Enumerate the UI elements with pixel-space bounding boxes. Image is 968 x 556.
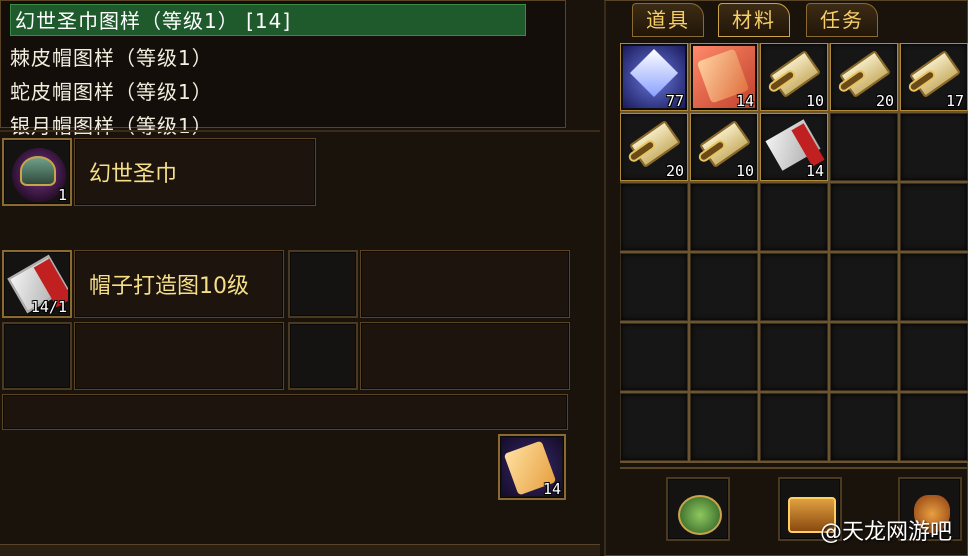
output-count: 14	[542, 480, 561, 498]
empty-material-slot[interactable]	[288, 250, 358, 318]
pouch-icon	[670, 481, 726, 537]
inventory-cell[interactable]	[900, 183, 968, 251]
material-name: 帽子打造图10级	[89, 274, 249, 299]
inventory-cell[interactable]: 77	[620, 43, 688, 111]
item-count: 10	[735, 162, 754, 180]
inventory-cell[interactable]: 14	[690, 43, 758, 111]
description-bar	[2, 394, 568, 430]
product-name-box: 幻世圣巾	[74, 138, 316, 206]
empty-material-slot[interactable]	[2, 322, 72, 390]
inventory-cell[interactable]	[690, 183, 758, 251]
inventory-cell[interactable]: 20	[620, 113, 688, 181]
inventory-cell[interactable]: 10	[690, 113, 758, 181]
inventory-cell[interactable]	[620, 183, 688, 251]
inventory-cell[interactable]	[620, 393, 688, 461]
bottom-strip	[0, 544, 600, 556]
inventory-cell[interactable]	[900, 253, 968, 321]
recipe-row[interactable]: 银月帽图样（等级1）	[10, 110, 213, 142]
recipe-row[interactable]: 蛇皮帽图样（等级1）	[10, 76, 213, 108]
bottom-slot[interactable]	[666, 477, 730, 541]
inventory-cell[interactable]: 20	[830, 43, 898, 111]
product-count: 1	[57, 186, 67, 204]
inventory-cell[interactable]	[690, 393, 758, 461]
watermark: @天龙网游吧	[819, 520, 952, 545]
item-count: 77	[665, 92, 684, 110]
item-count: 14	[805, 162, 824, 180]
item-count: 17	[945, 92, 964, 110]
inventory-cell[interactable]	[830, 253, 898, 321]
divider	[0, 130, 600, 132]
item-count: 14	[735, 92, 754, 110]
inventory-cell[interactable]	[760, 323, 828, 391]
item-count: 10	[805, 92, 824, 110]
inventory-cell[interactable]	[620, 323, 688, 391]
empty-name-box	[74, 322, 284, 390]
material-name-box: 帽子打造图10级	[74, 250, 284, 318]
inventory-cell[interactable]	[620, 253, 688, 321]
inventory-cell[interactable]: 17	[900, 43, 968, 111]
inventory-cell[interactable]	[830, 113, 898, 181]
product-slot[interactable]: 1	[2, 138, 72, 206]
tab-materials[interactable]: 材料	[718, 3, 790, 37]
empty-name-box	[360, 322, 570, 390]
recipe-list: 幻世圣巾图样（等级1） [14] 棘皮帽图样（等级1） 蛇皮帽图样（等级1） 银…	[0, 0, 966, 142]
item-count: 20	[665, 162, 684, 180]
item-count: 20	[875, 92, 894, 110]
inventory-cell[interactable]	[900, 113, 968, 181]
inventory-cell[interactable]	[830, 323, 898, 391]
inventory-cell[interactable]: 14	[760, 113, 828, 181]
inventory-cell[interactable]	[760, 183, 828, 251]
material-count: 14/1	[30, 298, 67, 316]
inventory-cell[interactable]	[760, 253, 828, 321]
output-item-slot[interactable]: 14	[498, 434, 566, 500]
inventory-grid: 77 14 10 20 17 20 10 14	[620, 43, 968, 463]
inventory-cell[interactable]	[690, 323, 758, 391]
inventory-cell[interactable]	[830, 183, 898, 251]
tab-items[interactable]: 道具	[632, 3, 704, 37]
recipe-row-selected[interactable]: 幻世圣巾图样（等级1） [14]	[10, 4, 526, 36]
inventory-cell[interactable]	[690, 253, 758, 321]
tab-quests[interactable]: 任务	[806, 3, 878, 37]
empty-material-slot[interactable]	[288, 322, 358, 390]
inventory-cell[interactable]	[760, 393, 828, 461]
inventory-cell[interactable]	[900, 393, 968, 461]
empty-name-box	[360, 250, 570, 318]
inventory-cell[interactable]: 10	[760, 43, 828, 111]
inventory-panel: 道具 材料 任务 77 14 10 20 17 20 10 14	[604, 0, 968, 556]
inventory-cell[interactable]	[830, 393, 898, 461]
product-name: 幻世圣巾	[89, 162, 178, 187]
material-slot[interactable]: 14/1	[2, 250, 72, 318]
inventory-cell[interactable]	[900, 323, 968, 391]
recipe-row[interactable]: 棘皮帽图样（等级1）	[10, 42, 213, 74]
